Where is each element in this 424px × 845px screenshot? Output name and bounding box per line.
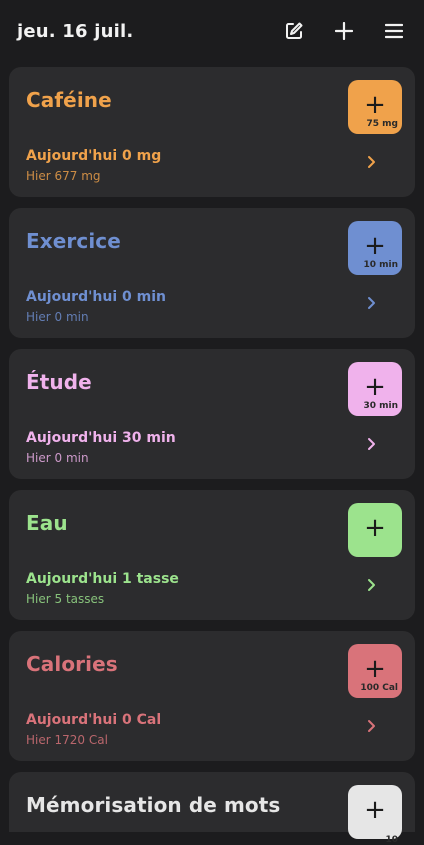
edit-button[interactable] [280,17,308,45]
yesterday-total: Hier 0 min [26,310,89,324]
add-tracker-button[interactable] [330,17,358,45]
tracker-card-etude[interactable]: Étude + 30 min Aujourd'hui 30 min Hier 0… [9,349,415,479]
quick-add-amount: 10 min [363,260,398,270]
quick-add-amount: 30 min [363,401,398,411]
header-actions [280,17,408,45]
quick-add-amount: 10 [385,835,398,845]
today-total: Aujourd'hui 30 min [26,430,176,446]
current-date: jeu. 16 juil. [17,20,134,42]
chevron-right-icon[interactable] [365,578,377,592]
hamburger-menu-icon [385,23,403,39]
quick-add-button[interactable]: + 10 [348,785,402,845]
yesterday-total: Hier 0 min [26,451,89,465]
tracker-list: Caféine + 75 mg Aujourd'hui 0 mg Hier 67… [9,67,415,845]
menu-button[interactable] [380,17,408,45]
plus-icon: + [364,654,386,684]
quick-add-button[interactable]: + 10 min [348,221,402,275]
tracker-card-cafeine[interactable]: Caféine + 75 mg Aujourd'hui 0 mg Hier 67… [9,67,415,197]
yesterday-total: Hier 5 tasses [26,592,105,606]
edit-icon [286,22,303,39]
tracker-card-calories[interactable]: Calories + 100 Cal Aujourd'hui 0 Cal Hie… [9,631,415,761]
card-title: Caféine [26,88,112,112]
today-total: Aujourd'hui 0 mg [26,148,162,164]
plus-icon: + [364,513,386,543]
top-bar: jeu. 16 juil. [0,0,424,62]
tracker-card-eau[interactable]: Eau + Aujourd'hui 1 tasse Hier 5 tasses [9,490,415,620]
quick-add-amount: 100 Cal [360,683,398,693]
yesterday-total: Hier 677 mg [26,169,101,183]
card-title: Étude [26,370,92,394]
plus-icon [335,22,353,40]
quick-add-button[interactable]: + 30 min [348,362,402,416]
plus-icon: + [364,795,386,825]
tracker-card-memorisation[interactable]: Mémorisation de mots + 10 [9,772,415,845]
today-total: Aujourd'hui 0 min [26,289,166,305]
yesterday-total: Hier 1720 Cal [26,733,108,747]
today-total: Aujourd'hui 0 Cal [26,712,162,728]
quick-add-amount: 75 mg [366,119,398,129]
quick-add-button[interactable]: + 100 Cal [348,644,402,698]
card-title: Eau [26,511,68,535]
chevron-right-icon[interactable] [365,437,377,451]
chevron-right-icon[interactable] [365,296,377,310]
today-total: Aujourd'hui 1 tasse [26,571,179,587]
card-title: Calories [26,652,118,676]
card-title: Exercice [26,229,121,253]
plus-icon: + [364,231,386,261]
quick-add-button[interactable]: + 75 mg [348,80,402,134]
plus-icon: + [364,90,386,120]
chevron-right-icon[interactable] [365,155,377,169]
chevron-right-icon[interactable] [365,719,377,733]
quick-add-button[interactable]: + [348,503,402,557]
card-title: Mémorisation de mots [26,793,281,817]
tracker-card-exercice[interactable]: Exercice + 10 min Aujourd'hui 0 min Hier… [9,208,415,338]
plus-icon: + [364,372,386,402]
